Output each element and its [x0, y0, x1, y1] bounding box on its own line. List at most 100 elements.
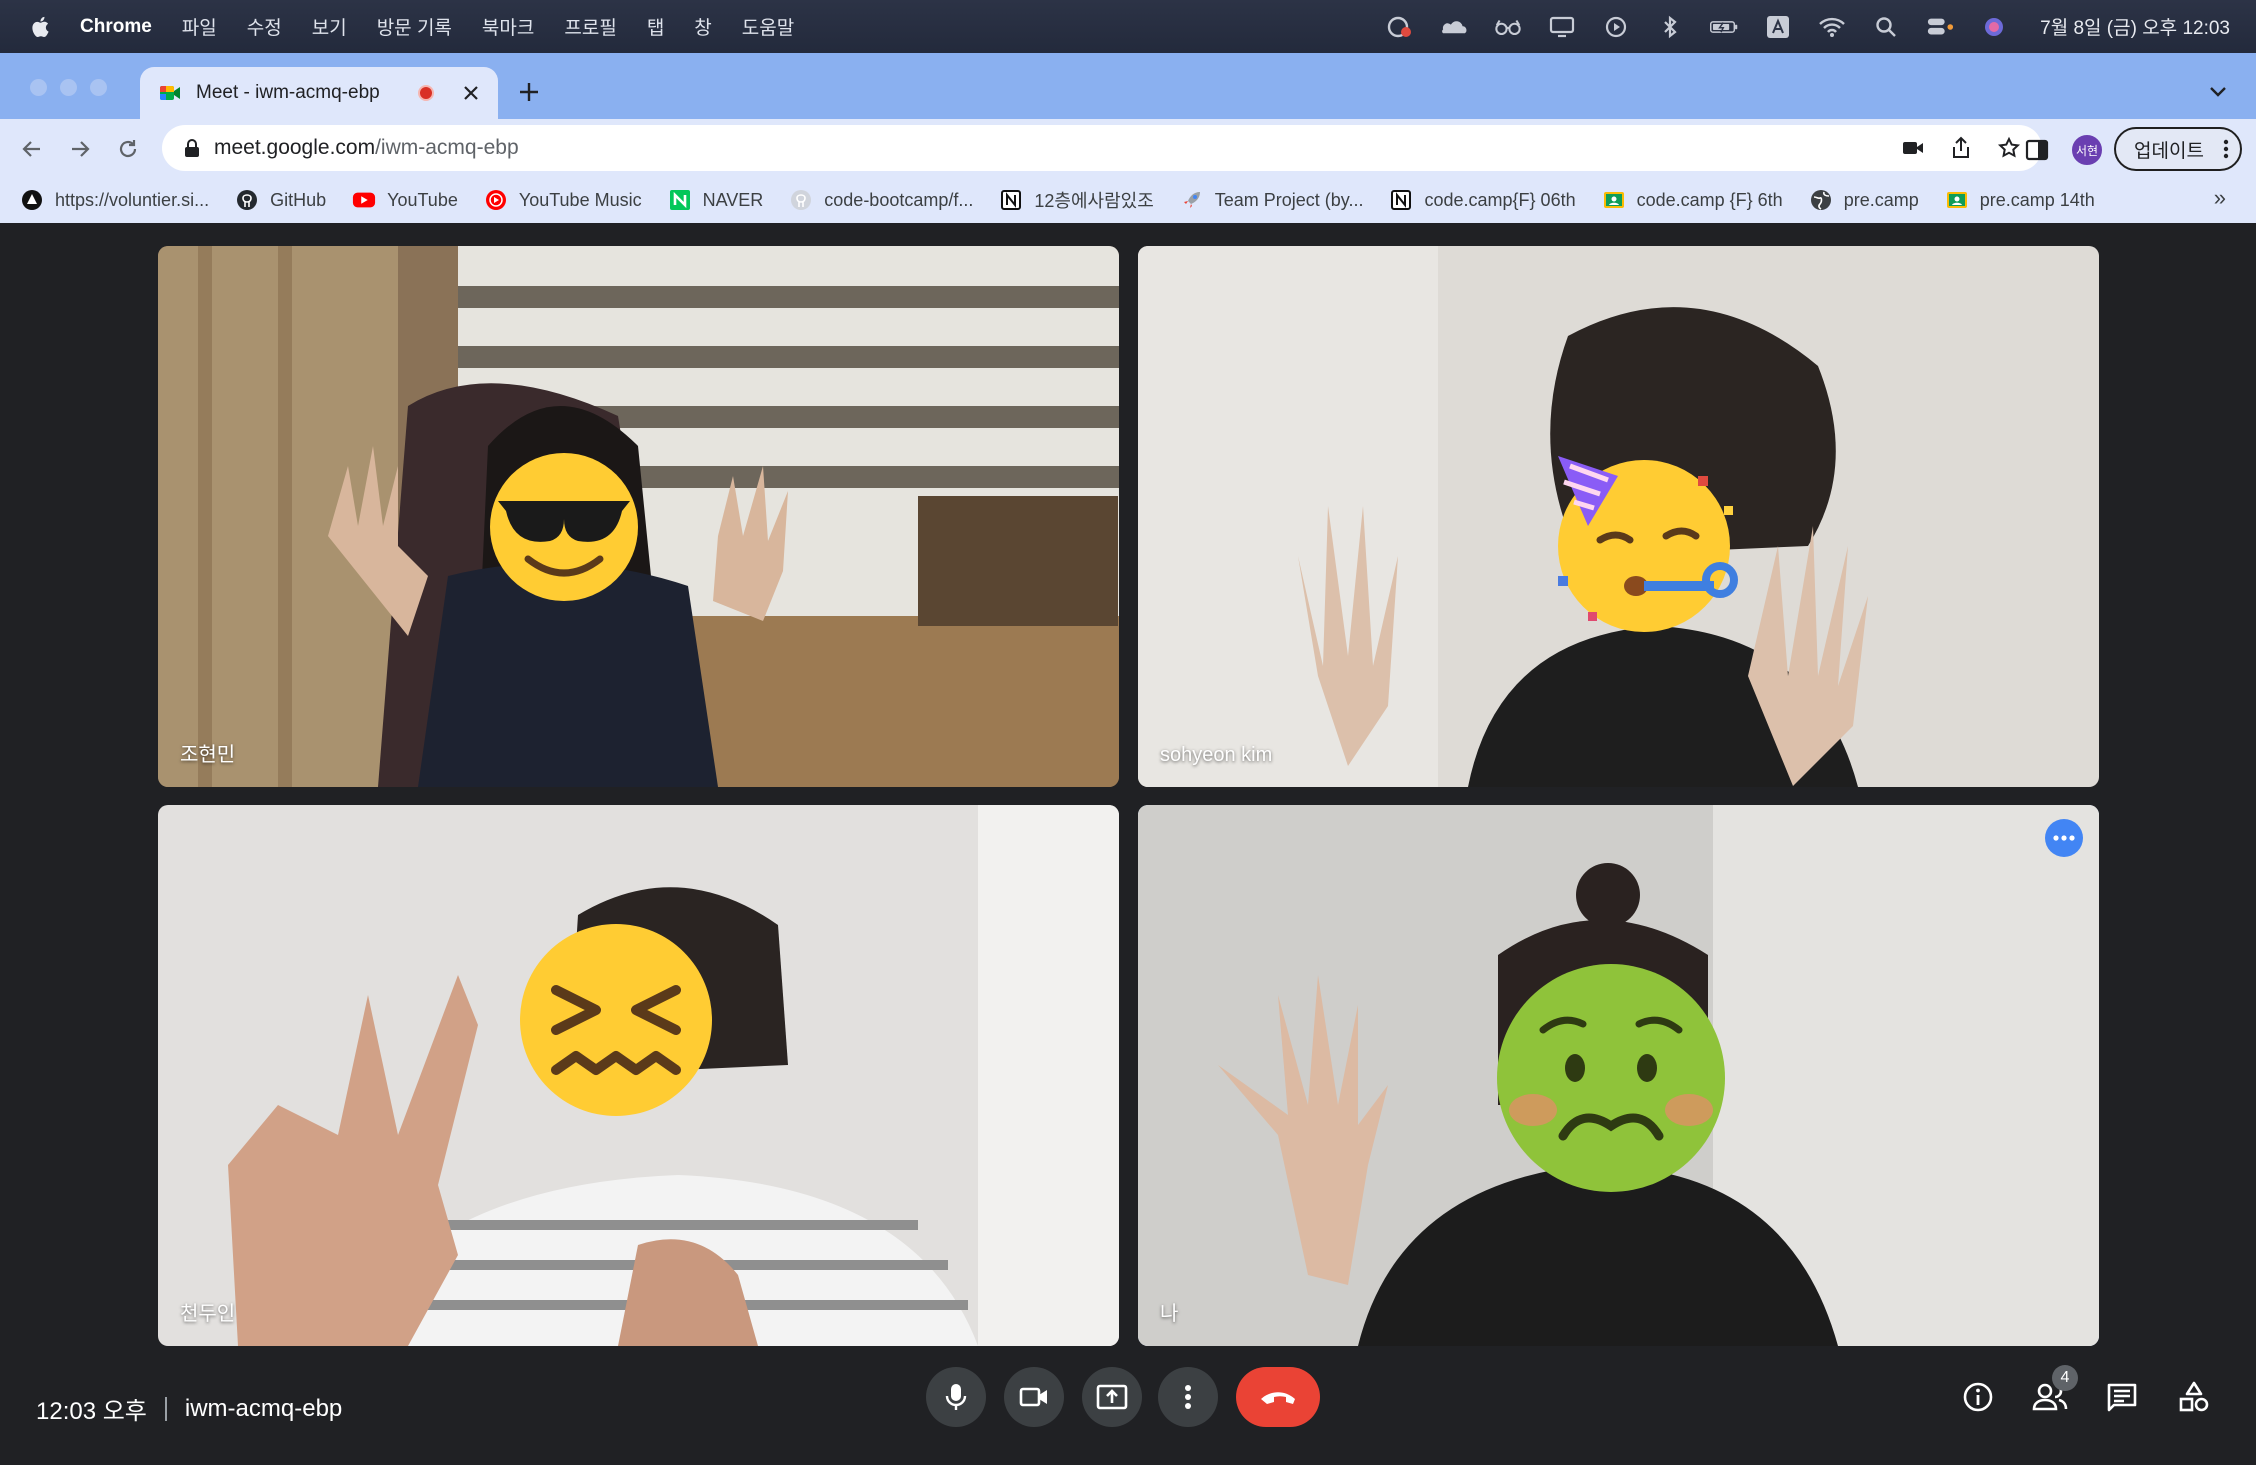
participant-name: sohyeon kim: [1160, 744, 1273, 766]
camera-button[interactable]: [1004, 1367, 1064, 1427]
menu-window[interactable]: 창: [694, 13, 711, 40]
youtube-icon: [352, 188, 376, 212]
triangle-icon: [20, 188, 44, 212]
new-tab-icon[interactable]: [514, 77, 544, 107]
more-options-button[interactable]: [1158, 1367, 1218, 1427]
self-view-tile[interactable]: 나: [1138, 805, 2099, 1346]
bookmark-label: YouTube: [387, 189, 458, 210]
siri-icon[interactable]: [1980, 14, 2008, 40]
bookmark-star-icon[interactable]: [1996, 135, 2022, 161]
github-icon: [789, 188, 813, 212]
address-bar-actions: [1900, 125, 2022, 171]
menu-history[interactable]: 방문 기록: [377, 13, 452, 40]
menu-file[interactable]: 파일: [182, 13, 217, 40]
bookmark-label: pre.camp: [1843, 189, 1919, 210]
bookmark-label: GitHub: [270, 189, 327, 210]
menubar-clock[interactable]: 7월 8일 (금) 오후 12:03: [2040, 13, 2230, 40]
menu-bookmarks[interactable]: 북마크: [482, 13, 534, 40]
window-close-button[interactable]: [30, 79, 47, 96]
bookmark-label: YouTube Music: [518, 189, 642, 210]
bookmarks-overflow-button[interactable]: »: [2214, 185, 2226, 211]
menu-help[interactable]: 도움말: [742, 13, 794, 40]
glasses-icon[interactable]: [1494, 14, 1522, 40]
tab-strip: Meet - iwm-acmq-ebp: [0, 53, 2256, 119]
bookmark-label: code.camp {F} 6th: [1636, 189, 1783, 210]
microphone-button[interactable]: [926, 1367, 986, 1427]
menu-tab[interactable]: 탭: [647, 13, 664, 40]
participant-count-badge: 4: [2052, 1365, 2078, 1391]
bookmark-item[interactable]: https://voluntier.si...: [20, 188, 209, 212]
info-icon: [1963, 1382, 1993, 1412]
present-screen-button[interactable]: [1082, 1367, 1142, 1427]
tab-search-chevron-icon[interactable]: [2206, 79, 2230, 103]
naver-icon: [668, 188, 692, 212]
control-center-icon[interactable]: [1926, 14, 1954, 40]
display-icon[interactable]: [1548, 14, 1576, 40]
play-circle-icon[interactable]: [1602, 14, 1630, 40]
address-bar[interactable]: meet.google.com/iwm-acmq-ebp: [162, 125, 2042, 171]
bookmark-label: code.camp{F} 06th: [1424, 189, 1576, 210]
hang-up-phone-icon: [1261, 1392, 1295, 1404]
notion-icon: [1389, 188, 1413, 212]
meeting-time: 12:03 오후: [36, 1398, 147, 1425]
share-icon[interactable]: [1948, 135, 1974, 161]
camera-in-use-icon[interactable]: [1900, 135, 1926, 161]
browser-menu-kebab-icon[interactable]: [2222, 139, 2230, 159]
bookmark-item[interactable]: 12층에사람있조: [999, 187, 1154, 213]
bookmark-item[interactable]: pre.camp: [1809, 188, 1919, 212]
youtube-music-icon: [484, 188, 508, 212]
browser-toolbar: meet.google.com/iwm-acmq-ebp 서현 업데이트: [0, 119, 2256, 177]
update-button[interactable]: 업데이트: [2114, 127, 2242, 171]
bookmark-item[interactable]: code.camp{F} 06th: [1389, 188, 1576, 212]
menu-app-chrome[interactable]: Chrome: [80, 16, 152, 38]
menu-profiles[interactable]: 프로필: [564, 13, 616, 40]
bookmark-item[interactable]: GitHub: [235, 188, 326, 212]
bluetooth-icon[interactable]: [1656, 14, 1684, 40]
notion-icon: [999, 188, 1023, 212]
window-zoom-button[interactable]: [90, 79, 107, 96]
menu-edit[interactable]: 수정: [247, 13, 282, 40]
forward-arrow-icon[interactable]: [64, 133, 96, 165]
back-arrow-icon[interactable]: [16, 133, 48, 165]
smiling-face-with-sunglasses-emoji: [490, 453, 638, 601]
participant-tile[interactable]: sohyeon kim: [1138, 246, 2099, 787]
menu-view[interactable]: 보기: [312, 13, 347, 40]
battery-icon[interactable]: [1710, 14, 1738, 40]
screen-record-icon[interactable]: [1386, 14, 1414, 40]
spotlight-search-icon[interactable]: [1872, 14, 1900, 40]
divider: [164, 1396, 167, 1421]
reload-icon[interactable]: [112, 133, 144, 165]
meet-stage: 조현민 sohyeon kim 천두인 나: [0, 223, 2256, 1465]
participant-name: 나: [1160, 1303, 1179, 1325]
bookmark-label: code-bootcamp/f...: [824, 189, 974, 210]
bookmark-item[interactable]: YouTube: [352, 188, 458, 212]
participant-tile[interactable]: 조현민: [158, 246, 1119, 787]
bookmark-item[interactable]: code-bootcamp/f...: [789, 188, 973, 212]
bookmark-item[interactable]: NAVER: [668, 188, 763, 212]
close-tab-icon[interactable]: [456, 78, 486, 108]
apple-icon[interactable]: [28, 14, 54, 40]
activities-button[interactable]: [2174, 1377, 2214, 1417]
bookmarks-bar: https://voluntier.si... GitHub YouTube Y…: [0, 177, 2256, 223]
bookmark-item[interactable]: Team Project (by...: [1180, 188, 1363, 212]
recording-indicator-icon: [418, 85, 434, 101]
input-source-icon[interactable]: [1764, 14, 1792, 40]
more-options-icon[interactable]: [2045, 819, 2083, 857]
window-minimize-button[interactable]: [60, 79, 77, 96]
wifi-icon[interactable]: [1818, 14, 1846, 40]
lock-icon[interactable]: [182, 138, 202, 158]
cloud-app-icon[interactable]: [1440, 14, 1468, 40]
meeting-details-button[interactable]: [1958, 1377, 1998, 1417]
bookmark-item[interactable]: YouTube Music: [484, 188, 642, 212]
tab-meet[interactable]: Meet - iwm-acmq-ebp: [140, 67, 498, 119]
update-button-label: 업데이트: [2134, 140, 2204, 162]
leave-call-button[interactable]: [1236, 1367, 1320, 1427]
bookmark-item[interactable]: pre.camp 14th: [1945, 188, 2095, 212]
video-camera-icon: [1019, 1387, 1047, 1407]
bookmark-item[interactable]: code.camp {F} 6th: [1602, 188, 1783, 212]
chat-button[interactable]: [2102, 1377, 2142, 1417]
nauseated-face-emoji: [1497, 964, 1725, 1192]
profile-avatar[interactable]: 서현: [2070, 133, 2104, 167]
participant-tile[interactable]: 천두인: [158, 805, 1119, 1346]
side-panel-icon[interactable]: [2024, 137, 2050, 163]
